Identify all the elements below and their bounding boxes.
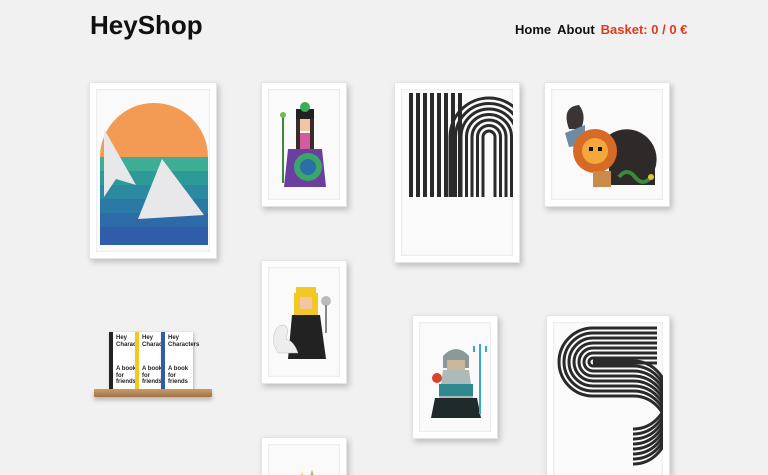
lion-goat-chimera-print[interactable] [544,82,670,207]
print-mat [268,89,340,200]
swan-goddess-print[interactable] [261,260,347,384]
chimera-artwork [565,105,657,187]
poseidon-trident-print[interactable] [412,315,498,439]
print-mat [268,267,340,377]
main-nav: Home About Basket: 0 / 0 € [515,22,687,37]
sunset-mountains-print[interactable] [89,82,217,259]
print-mat [96,89,210,252]
character-book-stack[interactable]: Hey Characters A book for friends Hey Ch… [109,332,200,390]
print-mat [268,444,340,475]
book-title-line2: Characters [168,341,200,348]
sunset-mountains-artwork [100,103,208,245]
site-logo[interactable]: HeyShop [90,10,203,41]
swan-goddess-artwork [273,287,331,359]
nav-home-link[interactable]: Home [515,22,551,37]
print-mat [401,89,513,256]
nav-basket-link[interactable]: Basket: 0 / 0 € [601,22,688,37]
book-tagline-line2: for friends [168,372,189,386]
striped-s-artwork [557,326,663,466]
partial-bottom-print[interactable] [261,437,347,475]
print-mat [419,322,491,432]
partial-artwork [301,470,314,475]
book-title-line1: Hey [168,335,180,341]
print-mat [551,89,663,200]
striped-s-print[interactable] [546,315,670,475]
striped-h-artwork [409,93,513,197]
book-cover: Hey Characters A book for friends [161,332,200,390]
wooden-shelf [94,389,212,397]
striped-h-print[interactable] [394,82,520,263]
peacock-queen-artwork [280,102,326,187]
print-mat [553,322,663,475]
poseidon-artwork [431,344,487,418]
peacock-queen-print[interactable] [261,82,347,207]
book-tagline-line1: A book [168,366,189,373]
nav-about-link[interactable]: About [557,22,595,37]
